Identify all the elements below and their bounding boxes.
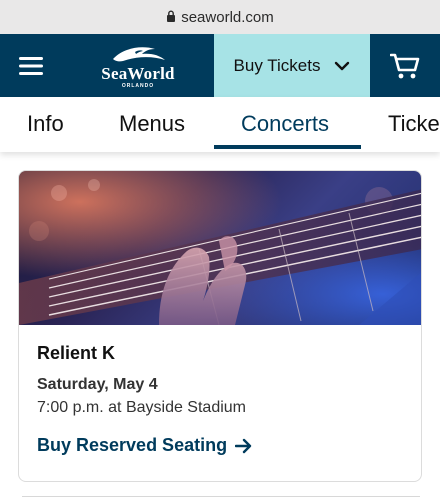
shopping-cart-icon — [390, 53, 420, 78]
card-body: Relient K Saturday, May 4 7:00 p.m. at B… — [19, 325, 421, 456]
orca-logo-icon — [113, 46, 165, 61]
cart-button[interactable] — [370, 34, 440, 97]
site-header: SeaWorld ORLANDO Buy Tickets — [0, 34, 440, 97]
tab-concerts[interactable]: Concerts — [241, 111, 329, 137]
buy-tickets-dropdown[interactable]: Buy Tickets — [214, 34, 370, 97]
concert-photo — [19, 171, 421, 325]
buy-reserved-seating-label: Buy Reserved Seating — [37, 435, 228, 455]
hamburger-icon — [19, 56, 43, 75]
buy-reserved-seating-link[interactable]: Buy Reserved Seating — [37, 435, 403, 456]
tab-tickets[interactable]: Ticke — [388, 111, 440, 137]
tab-info[interactable]: Info — [27, 111, 64, 137]
chevron-down-icon — [335, 61, 350, 70]
section-tabs: Info Menus Concerts Ticke — [0, 97, 440, 152]
logo-wordmark: SeaWorld — [101, 63, 175, 83]
buy-tickets-label: Buy Tickets — [233, 55, 321, 75]
tab-menus[interactable]: Menus — [119, 111, 185, 137]
lock-icon — [166, 9, 176, 26]
active-tab-indicator — [214, 145, 361, 149]
hamburger-menu-button[interactable] — [0, 34, 62, 97]
logo-subtext: ORLANDO — [121, 82, 155, 89]
event-date: Saturday, May 4 — [37, 376, 158, 393]
next-card-edge — [22, 496, 420, 497]
address-bar[interactable]: seaworld.com — [0, 0, 440, 34]
seaworld-logo[interactable]: SeaWorld ORLANDO — [62, 34, 214, 97]
concert-card: Relient K Saturday, May 4 7:00 p.m. at B… — [18, 170, 422, 482]
arrow-right-icon — [235, 438, 252, 453]
url-text: seaworld.com — [181, 8, 274, 26]
event-time-location: 7:00 p.m. at Bayside Stadium — [37, 399, 246, 416]
event-title: Relient K — [37, 343, 116, 363]
